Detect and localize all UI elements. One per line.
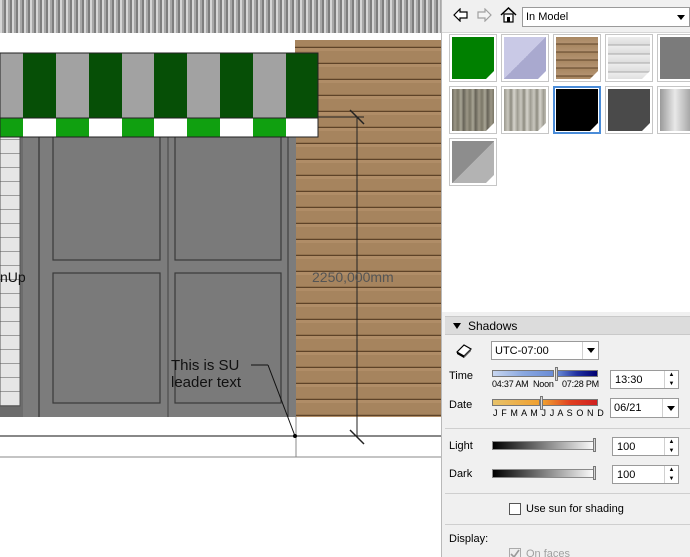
swatch-siding[interactable]	[605, 34, 653, 82]
divider	[445, 524, 690, 525]
light-label: Light	[449, 440, 473, 452]
collection-value: In Model	[526, 11, 569, 23]
door-panel-tl	[52, 135, 161, 261]
chevron-down-icon[interactable]	[673, 8, 689, 26]
time-slider-thumb[interactable]	[555, 367, 558, 381]
on-faces-label: On faces	[526, 548, 571, 557]
swatch-lavender[interactable]	[501, 34, 549, 82]
timezone-value: UTC-07:00	[495, 344, 549, 357]
awning	[0, 52, 319, 138]
time-label: Time	[449, 370, 474, 382]
on-faces-checkbox[interactable]	[509, 548, 521, 557]
door-panel-tr	[174, 135, 282, 261]
swatch-grid	[442, 32, 690, 312]
partial-label: nUp	[0, 269, 26, 285]
home-button[interactable]	[499, 6, 517, 24]
back-button[interactable]	[452, 6, 470, 24]
dark-value: 100	[617, 468, 636, 481]
leader-text-line-1: This is SU	[171, 357, 240, 374]
checkmark-icon	[510, 549, 520, 557]
swatch-gray-partial[interactable]	[657, 34, 690, 82]
dark-field[interactable]: 100 ▲ ▼	[612, 465, 679, 484]
swatch-wood[interactable]	[553, 34, 601, 82]
materials-toolbar: In Model	[442, 0, 690, 32]
spin-down-icon[interactable]: ▼	[665, 380, 678, 389]
month-letters: J F M A M J J A S O N D	[493, 408, 605, 418]
date-slider-second-half[interactable]	[542, 399, 598, 406]
date-slider-first-half[interactable]	[492, 399, 540, 406]
swatch-stone-1[interactable]	[449, 86, 497, 134]
collection-select[interactable]: In Model	[522, 7, 690, 27]
door-panel-bl	[52, 272, 161, 404]
collapse-triangle-icon[interactable]	[453, 322, 461, 329]
model-viewport[interactable]: This is SU leader text 2250,000mm nUp	[0, 0, 441, 557]
home-icon	[499, 7, 517, 23]
date-field[interactable]: 06/21	[610, 398, 679, 418]
dark-slider-thumb[interactable]	[593, 466, 596, 480]
time-field[interactable]: 13:30 ▲ ▼	[610, 370, 679, 389]
divider	[445, 428, 690, 429]
light-spinner[interactable]: ▲ ▼	[664, 438, 678, 455]
light-field[interactable]: 100 ▲ ▼	[612, 437, 679, 456]
use-sun-checkbox[interactable]	[509, 503, 521, 515]
eraser-shadow-icon	[456, 344, 472, 358]
time-mark-sunset: 07:28 PM	[562, 379, 599, 389]
divider	[445, 493, 690, 494]
swatch-black[interactable]	[553, 86, 601, 134]
swatch-gray[interactable]	[449, 138, 497, 186]
dark-label: Dark	[449, 468, 473, 480]
light-slider-thumb[interactable]	[593, 438, 596, 452]
light-slider[interactable]	[492, 441, 596, 450]
time-slider-morning[interactable]	[492, 370, 554, 377]
time-slider-evening[interactable]	[556, 370, 598, 377]
time-mark-noon: Noon	[533, 379, 554, 389]
swatch-stone-2[interactable]	[501, 86, 549, 134]
forward-button[interactable]	[475, 6, 493, 24]
swatch-metal[interactable]	[657, 86, 690, 134]
roof	[0, 0, 441, 33]
spin-up-icon[interactable]: ▲	[665, 371, 678, 380]
time-mark-sunrise: 04:37 AM	[492, 379, 529, 389]
chevron-down-icon[interactable]	[582, 342, 598, 359]
display-label: Display:	[449, 533, 489, 545]
shadows-header[interactable]: Shadows	[445, 316, 690, 335]
arrow-right-icon	[477, 8, 492, 22]
time-spinner[interactable]: ▲ ▼	[664, 371, 678, 388]
shadow-toggle-button[interactable]	[455, 343, 473, 359]
leader-text: This is SU leader text	[171, 357, 241, 391]
swatch-green[interactable]	[449, 34, 497, 82]
dark-slider[interactable]	[492, 469, 596, 478]
timezone-select[interactable]: UTC-07:00	[491, 341, 599, 360]
time-value: 13:30	[615, 373, 643, 386]
spin-down-icon[interactable]: ▼	[665, 447, 678, 456]
dark-spinner[interactable]: ▲ ▼	[664, 466, 678, 483]
date-label: Date	[449, 399, 473, 411]
dimension-label: 2250,000mm	[312, 269, 394, 285]
chevron-down-icon[interactable]	[662, 399, 678, 417]
arrow-left-icon	[453, 8, 468, 22]
spin-up-icon[interactable]: ▲	[665, 438, 678, 447]
spin-up-icon[interactable]: ▲	[665, 466, 678, 475]
light-value: 100	[617, 440, 636, 453]
leader-text-line-2: leader text	[171, 374, 242, 391]
shadows-title: Shadows	[468, 318, 518, 333]
use-sun-label: Use sun for shading	[526, 503, 624, 515]
swatch-dark-gray[interactable]	[605, 86, 653, 134]
spin-down-icon[interactable]: ▼	[665, 475, 678, 484]
date-value: 06/21	[614, 402, 642, 414]
